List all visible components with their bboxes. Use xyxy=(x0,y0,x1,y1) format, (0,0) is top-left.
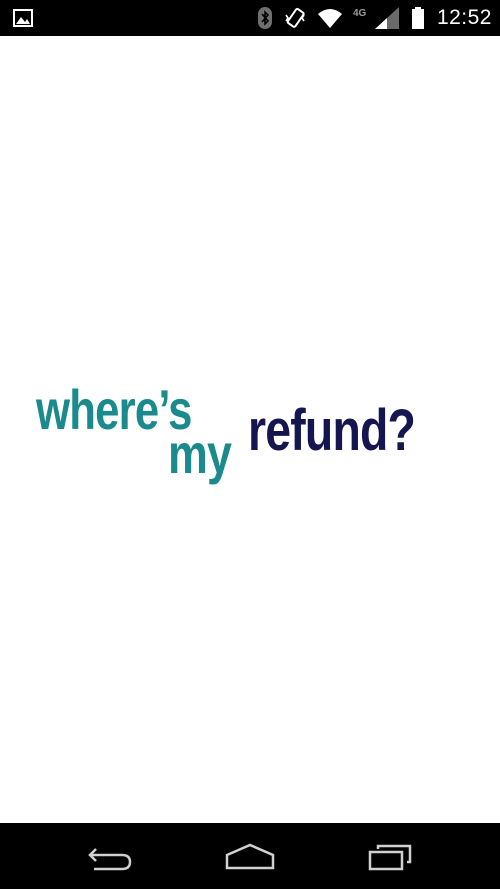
cell-signal-icon: 4G xyxy=(353,5,401,31)
home-button[interactable] xyxy=(222,841,278,873)
wifi-icon xyxy=(317,7,343,29)
battery-icon xyxy=(411,6,425,30)
status-icons: 4G 12:52 xyxy=(257,0,492,36)
logo-my: my xyxy=(168,422,232,485)
clock: 12:52 xyxy=(436,6,492,29)
recents-icon xyxy=(368,844,412,871)
home-icon xyxy=(225,843,275,870)
splash-screen: 4G 12:52 where’s refund? my xyxy=(0,0,500,889)
bluetooth-icon xyxy=(257,6,273,30)
wheres-my-refund-logo: where’s refund? my xyxy=(36,372,466,492)
back-button[interactable] xyxy=(82,841,138,873)
navigation-bar xyxy=(0,823,500,889)
back-icon xyxy=(88,848,132,871)
status-bar: 4G 12:52 xyxy=(0,0,500,36)
recents-button[interactable] xyxy=(362,841,418,873)
logo-refund: refund? xyxy=(248,398,416,463)
vibrate-icon xyxy=(283,6,307,30)
image-notification-icon xyxy=(12,7,34,29)
